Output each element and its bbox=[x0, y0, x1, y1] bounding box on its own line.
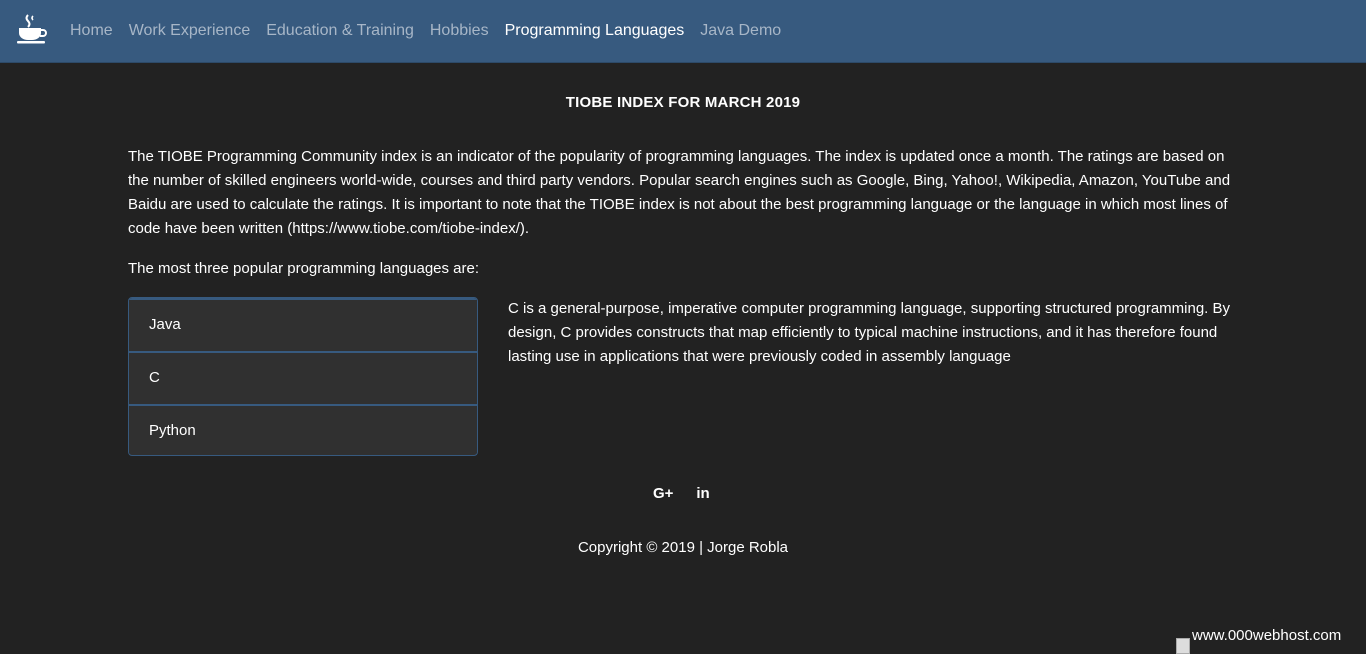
language-item-c[interactable]: C bbox=[129, 351, 477, 401]
intro-paragraph: The TIOBE Programming Community index is… bbox=[128, 148, 1231, 237]
nav-work-experience[interactable]: Work Experience bbox=[121, 22, 259, 40]
google-plus-icon[interactable]: G+ bbox=[653, 485, 673, 502]
language-description: C is a general-purpose, imperative compu… bbox=[508, 300, 1231, 365]
brand-logo[interactable] bbox=[14, 11, 50, 47]
linkedin-icon[interactable]: in bbox=[693, 485, 713, 502]
host-badge-link[interactable]: www.000webhost.com bbox=[1176, 629, 1366, 654]
nav-java-demo[interactable]: Java Demo bbox=[692, 22, 789, 40]
nav-hobbies[interactable]: Hobbies bbox=[422, 22, 497, 40]
nav-home[interactable]: Home bbox=[62, 22, 121, 40]
page-title: TIOBE INDEX FOR MARCH 2019 bbox=[565, 94, 801, 111]
language-item-python[interactable]: Python bbox=[129, 404, 477, 454]
lead-text: The most three popular programming langu… bbox=[128, 260, 480, 277]
language-item-java[interactable]: Java bbox=[129, 298, 477, 348]
broken-image-icon bbox=[1176, 638, 1190, 654]
nav-programming-languages[interactable]: Programming Languages bbox=[497, 22, 693, 40]
nav-menu: Home Work Experience Education & Trainin… bbox=[62, 0, 789, 62]
copyright-text: Copyright © 2019 | Jorge Robla bbox=[577, 539, 789, 556]
nav-education-training[interactable]: Education & Training bbox=[258, 22, 422, 40]
host-badge-text: www.000webhost.com bbox=[1192, 629, 1342, 644]
language-list: Java C Python bbox=[128, 297, 478, 456]
top-navbar: Home Work Experience Education & Trainin… bbox=[0, 0, 1366, 63]
social-links: G+ in bbox=[0, 481, 1366, 505]
coffee-cup-icon bbox=[17, 14, 47, 44]
